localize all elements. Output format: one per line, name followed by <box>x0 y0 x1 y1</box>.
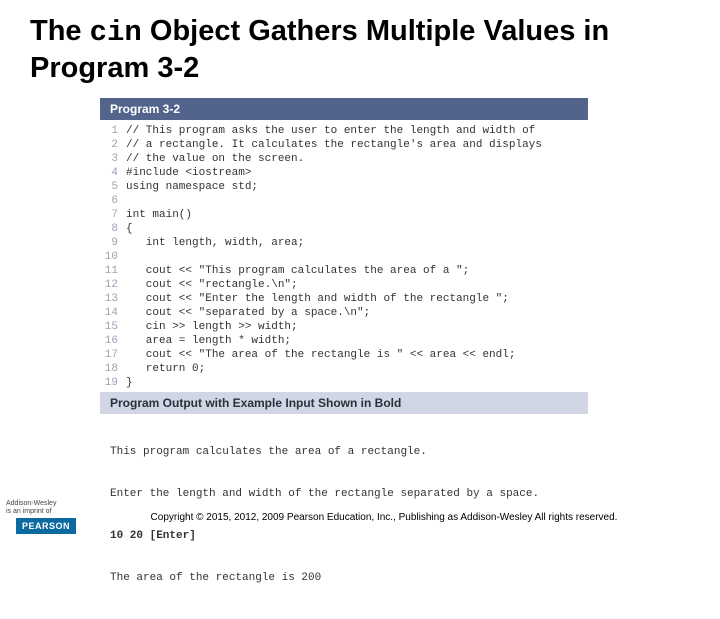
code-text: using namespace std; <box>126 180 258 194</box>
code-line: 6 <box>100 194 588 208</box>
program-header: Program 3-2 <box>100 98 588 120</box>
code-line: 8{ <box>100 222 588 236</box>
code-text: cout << "Enter the length and width of t… <box>126 292 509 306</box>
addison-wesley-text: Addison-Wesley is an imprint of <box>0 500 88 516</box>
line-number: 8 <box>100 222 126 236</box>
output-line: The area of the rectangle is 200 <box>110 571 578 585</box>
code-line: 7int main() <box>100 208 588 222</box>
code-text: cout << "This program calculates the are… <box>126 264 469 278</box>
line-number: 13 <box>100 292 126 306</box>
slide-title: The cin Object Gathers Multiple Values i… <box>0 0 720 94</box>
brand-block: Addison-Wesley is an imprint of PEARSON <box>0 500 88 534</box>
code-line: 13 cout << "Enter the length and width o… <box>100 292 588 306</box>
code-line: 5using namespace std; <box>100 180 588 194</box>
slide: The cin Object Gathers Multiple Values i… <box>0 0 720 540</box>
code-line: 12 cout << "rectangle.\n"; <box>100 278 588 292</box>
code-text: return 0; <box>126 362 205 376</box>
code-line: 14 cout << "separated by a space.\n"; <box>100 306 588 320</box>
code-line: 11 cout << "This program calculates the … <box>100 264 588 278</box>
code-line: 17 cout << "The area of the rectangle is… <box>100 348 588 362</box>
line-number: 4 <box>100 166 126 180</box>
line-number: 19 <box>100 376 126 390</box>
code-line: 1// This program asks the user to enter … <box>100 124 588 138</box>
code-text: cout << "rectangle.\n"; <box>126 278 298 292</box>
line-number: 15 <box>100 320 126 334</box>
line-number: 5 <box>100 180 126 194</box>
line-number: 10 <box>100 250 126 264</box>
line-number: 18 <box>100 362 126 376</box>
line-number: 7 <box>100 208 126 222</box>
line-number: 3 <box>100 152 126 166</box>
code-text: } <box>126 376 133 390</box>
code-text: int main() <box>126 208 192 222</box>
code-text: #include <iostream> <box>126 166 251 180</box>
line-number: 12 <box>100 278 126 292</box>
line-number: 14 <box>100 306 126 320</box>
code-text: cin >> length >> width; <box>126 320 298 334</box>
brand-line: is an imprint of <box>6 508 88 516</box>
code-line: 18 return 0; <box>100 362 588 376</box>
code-line: 15 cin >> length >> width; <box>100 320 588 334</box>
pearson-logo: PEARSON <box>16 518 76 534</box>
line-number: 9 <box>100 236 126 250</box>
code-text: // the value on the screen. <box>126 152 304 166</box>
code-line: 4#include <iostream> <box>100 166 588 180</box>
code-line: 3// the value on the screen. <box>100 152 588 166</box>
code-line: 10 <box>100 250 588 264</box>
code-text: cout << "The area of the rectangle is " … <box>126 348 515 362</box>
line-number: 11 <box>100 264 126 278</box>
title-mono: cin <box>90 16 142 49</box>
code-line: 19} <box>100 376 588 390</box>
line-number: 2 <box>100 138 126 152</box>
line-number: 6 <box>100 194 126 208</box>
output-line: Enter the length and width of the rectan… <box>110 487 578 501</box>
code-text: cout << "separated by a space.\n"; <box>126 306 370 320</box>
code-line: 16 area = length * width; <box>100 334 588 348</box>
code-line: 2// a rectangle. It calculates the recta… <box>100 138 588 152</box>
code-text: // a rectangle. It calculates the rectan… <box>126 138 542 152</box>
output-header: Program Output with Example Input Shown … <box>100 392 588 414</box>
copyright-text: Copyright © 2015, 2012, 2009 Pearson Edu… <box>88 512 720 523</box>
line-number: 17 <box>100 348 126 362</box>
code-line: 9 int length, width, area; <box>100 236 588 250</box>
line-number: 1 <box>100 124 126 138</box>
title-before: The <box>30 15 90 47</box>
code-text: { <box>126 222 133 236</box>
code-text: // This program asks the user to enter t… <box>126 124 535 138</box>
code-text: int length, width, area; <box>126 236 304 250</box>
program-figure: Program 3-2 1// This program asks the us… <box>100 98 720 619</box>
brand-line: Addison-Wesley <box>6 500 88 508</box>
line-number: 16 <box>100 334 126 348</box>
code-text: area = length * width; <box>126 334 291 348</box>
code-listing: 1// This program asks the user to enter … <box>100 120 588 392</box>
output-line: This program calculates the area of a re… <box>110 445 578 459</box>
footer: Addison-Wesley is an imprint of PEARSON … <box>0 500 720 534</box>
